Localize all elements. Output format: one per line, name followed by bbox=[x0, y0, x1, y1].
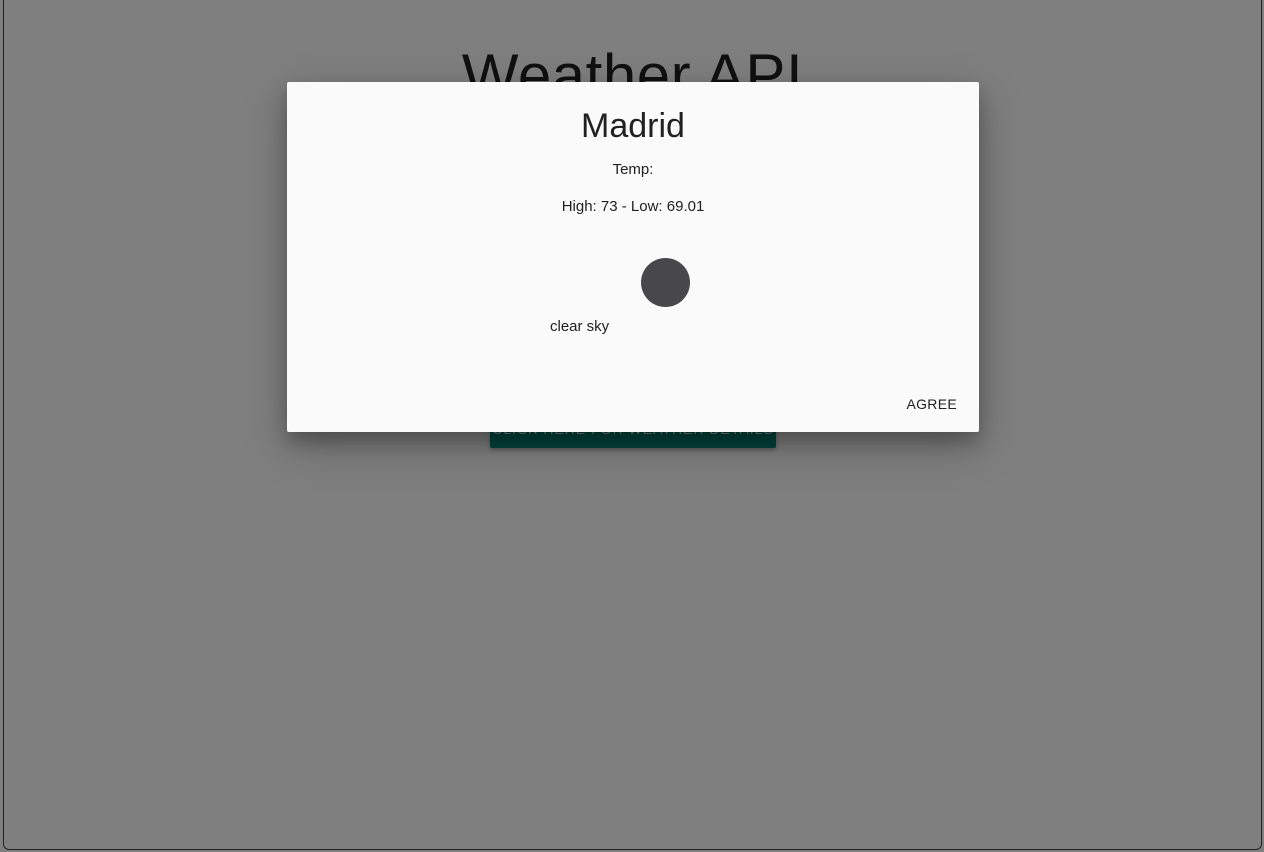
city-name: Madrid bbox=[581, 107, 685, 145]
weather-icon bbox=[641, 258, 690, 307]
weather-description: clear sky bbox=[550, 318, 610, 335]
temp-label: Temp: bbox=[612, 161, 654, 178]
high-low-text: High: 73 - Low: 69.01 bbox=[561, 198, 705, 215]
weather-dialog: Madrid Temp: High: 73 - Low: 69.01 clear… bbox=[287, 82, 979, 432]
agree-button[interactable]: AGREE bbox=[898, 390, 965, 418]
